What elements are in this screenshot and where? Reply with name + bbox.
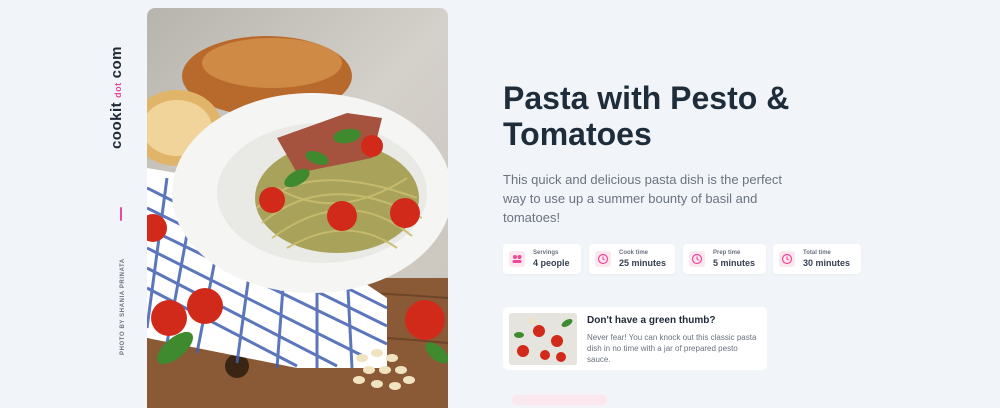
brand-part-com: com xyxy=(108,46,125,79)
recipe-title: Pasta with Pesto & Tomatoes xyxy=(503,80,790,152)
brand-divider xyxy=(120,207,122,221)
clock-icon xyxy=(595,251,611,267)
stat-total-time: Total time 30 minutes xyxy=(773,244,861,274)
stat-cook-time: Cook time 25 minutes xyxy=(589,244,675,274)
recipe-description: This quick and delicious pasta dish is t… xyxy=(503,172,782,225)
stat-value: 5 minutes xyxy=(713,258,756,268)
tip-thumbnail xyxy=(509,313,577,365)
brand-part-cookit: cookit xyxy=(108,101,125,150)
stat-label: Total time xyxy=(803,250,831,256)
brand-logo[interactable]: cookit dot com xyxy=(108,46,125,149)
stat-label: Prep time xyxy=(713,250,741,256)
stat-servings: Servings 4 people xyxy=(503,244,581,274)
clock-icon xyxy=(689,251,705,267)
tip-body: Never fear! You can knock out this class… xyxy=(587,333,757,364)
people-icon xyxy=(509,251,525,267)
brand-part-dot: dot xyxy=(113,82,123,98)
stat-prep-time: Prep time 5 minutes xyxy=(683,244,766,274)
action-button[interactable] xyxy=(512,395,607,405)
photo-credit: PHOTO BY SHANIA PRINATA xyxy=(120,258,126,355)
tip-card[interactable]: Don't have a green thumb? Never fear! Yo… xyxy=(503,307,767,370)
stat-label: Cook time xyxy=(619,250,649,256)
hero-photo xyxy=(147,8,448,408)
stat-value: 4 people xyxy=(533,258,570,268)
tip-heading: Don't have a green thumb? xyxy=(587,315,716,326)
stat-value: 25 minutes xyxy=(619,258,667,268)
clock-icon xyxy=(779,251,795,267)
stat-label: Servings xyxy=(533,250,559,256)
stat-value: 30 minutes xyxy=(803,258,851,268)
